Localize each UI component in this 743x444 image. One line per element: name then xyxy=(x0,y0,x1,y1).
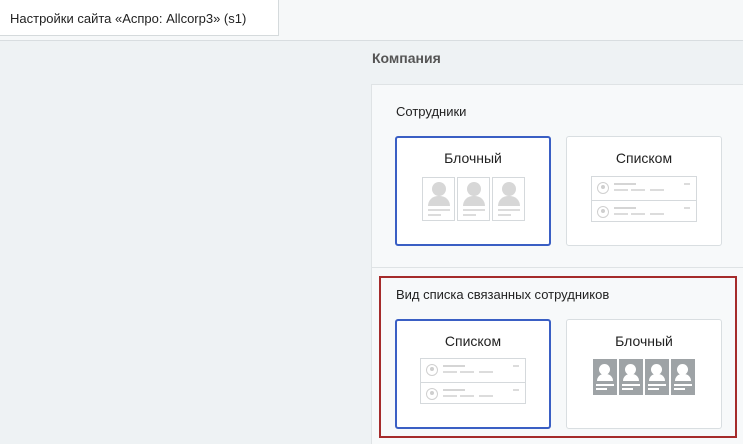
related-option-block[interactable]: Блочный xyxy=(566,319,722,429)
option-label: Блочный xyxy=(444,150,502,166)
related-employees-group-label: Вид списка связанных сотрудников xyxy=(396,287,610,302)
section-title: Компания xyxy=(372,50,441,66)
option-label: Блочный xyxy=(615,333,673,349)
panel-divider xyxy=(372,267,743,268)
tab-site-settings[interactable]: Настройки сайта «Аспро: Allcorp3» (s1) xyxy=(0,0,279,36)
employees-option-list[interactable]: Списком xyxy=(566,136,722,246)
block-preview-icon xyxy=(567,359,721,395)
option-label: Списком xyxy=(615,150,673,166)
employees-option-block[interactable]: Блочный xyxy=(395,136,551,246)
related-option-list[interactable]: Списком xyxy=(395,319,551,429)
list-preview-icon xyxy=(567,176,721,222)
employees-group-label: Сотрудники xyxy=(396,104,467,119)
option-label: Списком xyxy=(444,333,502,349)
list-preview-icon xyxy=(397,358,549,404)
block-preview-icon xyxy=(397,177,549,221)
top-bar: Настройки сайта «Аспро: Allcorp3» (s1) xyxy=(0,0,743,41)
